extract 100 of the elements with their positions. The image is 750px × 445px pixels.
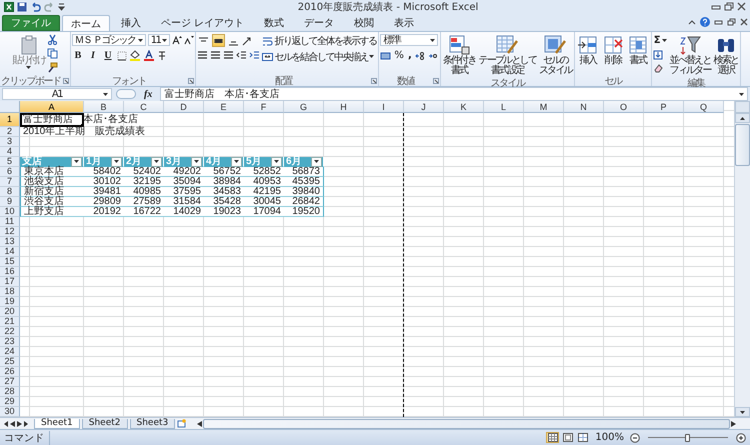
row-header[interactable]: 21 — [0, 317, 20, 327]
grow-font-icon[interactable] — [172, 35, 182, 45]
paste-button[interactable]: 貼り付け — [11, 34, 46, 70]
row-header[interactable]: 11 — [0, 217, 20, 227]
scroll-down-button[interactable] — [735, 407, 750, 417]
restore-icon[interactable] — [727, 18, 736, 26]
fill-icon[interactable] — [652, 50, 664, 60]
column-header[interactable]: P — [644, 101, 684, 113]
view-button[interactable] — [576, 432, 590, 443]
ribbon-button[interactable]: 挿入 — [576, 34, 600, 67]
row-header[interactable]: 5 — [0, 157, 20, 167]
column-header[interactable]: J — [404, 101, 444, 113]
close-icon[interactable] — [737, 2, 746, 11]
wrap-text-button[interactable]: 折り返して全体を表示する — [261, 34, 378, 47]
row-header[interactable]: 22 — [0, 327, 20, 337]
column-header[interactable]: K — [444, 101, 484, 113]
scrollbar-thumb[interactable] — [735, 124, 750, 166]
autosum-button[interactable]: Σ — [652, 34, 668, 47]
collapse-ribbon-icon[interactable] — [688, 19, 696, 25]
filter-button[interactable] — [311, 156, 322, 166]
eraser-icon[interactable] — [652, 63, 664, 73]
increase-indent-icon[interactable] — [249, 50, 260, 60]
increase-decimal-icon[interactable] — [414, 50, 426, 60]
ribbon-button[interactable]: 条件付き 書式 — [442, 34, 477, 77]
row-header[interactable]: 24 — [0, 347, 20, 357]
comma-button[interactable]: , — [406, 49, 413, 62]
zoom-in-icon[interactable] — [736, 432, 746, 442]
row-header[interactable]: 23 — [0, 337, 20, 347]
borders-icon[interactable] — [116, 50, 126, 60]
column-header[interactable]: B — [84, 101, 124, 113]
view-button[interactable] — [561, 432, 574, 443]
column-header[interactable]: L — [484, 101, 524, 113]
row-header[interactable]: 18 — [0, 287, 20, 297]
row-header[interactable]: 14 — [0, 247, 20, 257]
row-header[interactable]: 13 — [0, 237, 20, 247]
dialog-launcher-icon[interactable] — [188, 78, 194, 84]
copy-icon[interactable] — [47, 48, 58, 59]
delete-cells-icon[interactable] — [602, 35, 624, 55]
font-name-field[interactable]: ＭＳ Ｐゴシック — [72, 34, 146, 46]
row-header[interactable]: 7 — [0, 177, 20, 187]
row-header[interactable]: 3 — [0, 137, 20, 147]
ribbon-button[interactable]: テーブルとして 書式設定 — [478, 34, 537, 77]
cell-style-icon[interactable] — [544, 35, 566, 55]
sheet-tab[interactable]: Sheet1 — [34, 418, 80, 428]
insert-cells-icon[interactable] — [576, 35, 599, 55]
zoom-out-icon[interactable] — [630, 432, 640, 442]
column-header[interactable]: E — [204, 101, 244, 113]
phonetic-guide-icon[interactable] — [156, 50, 166, 61]
sheet-nav-icon[interactable] — [24, 420, 29, 426]
row-header[interactable]: 10 — [0, 207, 20, 217]
name-box[interactable]: A1 — [2, 88, 112, 100]
row-header[interactable]: 20 — [0, 307, 20, 317]
align-center-icon[interactable] — [210, 50, 222, 60]
bold-button[interactable]: B — [72, 49, 84, 62]
insert-function-button[interactable]: fx — [140, 88, 156, 100]
column-header[interactable]: I — [364, 101, 404, 113]
dialog-launcher-icon[interactable] — [371, 78, 378, 84]
row-header[interactable]: 16 — [0, 267, 20, 277]
ribbon-tab[interactable]: 数式 — [255, 15, 294, 31]
close-icon[interactable] — [740, 18, 748, 26]
percent-button[interactable]: % — [393, 49, 405, 62]
column-header[interactable]: A — [20, 101, 84, 113]
row-header[interactable]: 8 — [0, 187, 20, 197]
filter-button[interactable] — [151, 156, 162, 166]
scroll-up-button[interactable] — [735, 113, 750, 123]
column-header[interactable]: H — [324, 101, 364, 113]
ribbon-tab[interactable]: 挿入 — [112, 15, 150, 31]
ribbon-button[interactable]: 削除 — [600, 34, 625, 67]
currency-icon[interactable] — [380, 50, 392, 60]
sheet-tab[interactable]: Sheet3 — [130, 418, 176, 428]
restore-icon[interactable] — [724, 2, 734, 11]
row-header[interactable]: 4 — [0, 147, 20, 157]
column-header[interactable]: D — [164, 101, 204, 113]
merge-center-button[interactable]: セルを結合して中央揃え — [261, 50, 378, 63]
row-header[interactable]: 30 — [0, 407, 20, 417]
row-header[interactable]: 1 — [0, 113, 20, 127]
format-painter-icon[interactable] — [47, 62, 58, 73]
filter-button[interactable] — [191, 156, 202, 166]
formula-field[interactable]: 富士野商店 本店･各支店 — [160, 87, 748, 101]
fill-color-icon[interactable] — [128, 50, 140, 61]
help-icon[interactable] — [700, 17, 710, 27]
align-left-icon[interactable] — [197, 50, 208, 60]
column-header[interactable]: Q — [684, 101, 724, 113]
row-header[interactable]: 2 — [0, 127, 20, 137]
row-header[interactable]: 29 — [0, 397, 20, 407]
row-header[interactable]: 19 — [0, 297, 20, 307]
ribbon-button[interactable]: 書式 — [626, 34, 650, 67]
filter-button[interactable] — [231, 156, 242, 166]
ribbon-tab[interactable]: データ — [295, 15, 344, 31]
column-header[interactable]: M — [524, 101, 564, 113]
row-header[interactable]: 12 — [0, 227, 20, 237]
dialog-launcher-icon[interactable] — [432, 78, 439, 84]
new-sheet-icon[interactable] — [177, 419, 188, 428]
font-color-icon[interactable] — [142, 50, 154, 61]
filter-button[interactable] — [111, 156, 122, 166]
conditional-format-icon[interactable] — [448, 35, 470, 55]
ribbon-button[interactable]: 検索と 選択 — [712, 34, 740, 77]
filter-button[interactable] — [271, 156, 282, 166]
table-format-icon[interactable] — [496, 35, 518, 55]
vertical-align-button[interactable] — [212, 34, 226, 47]
